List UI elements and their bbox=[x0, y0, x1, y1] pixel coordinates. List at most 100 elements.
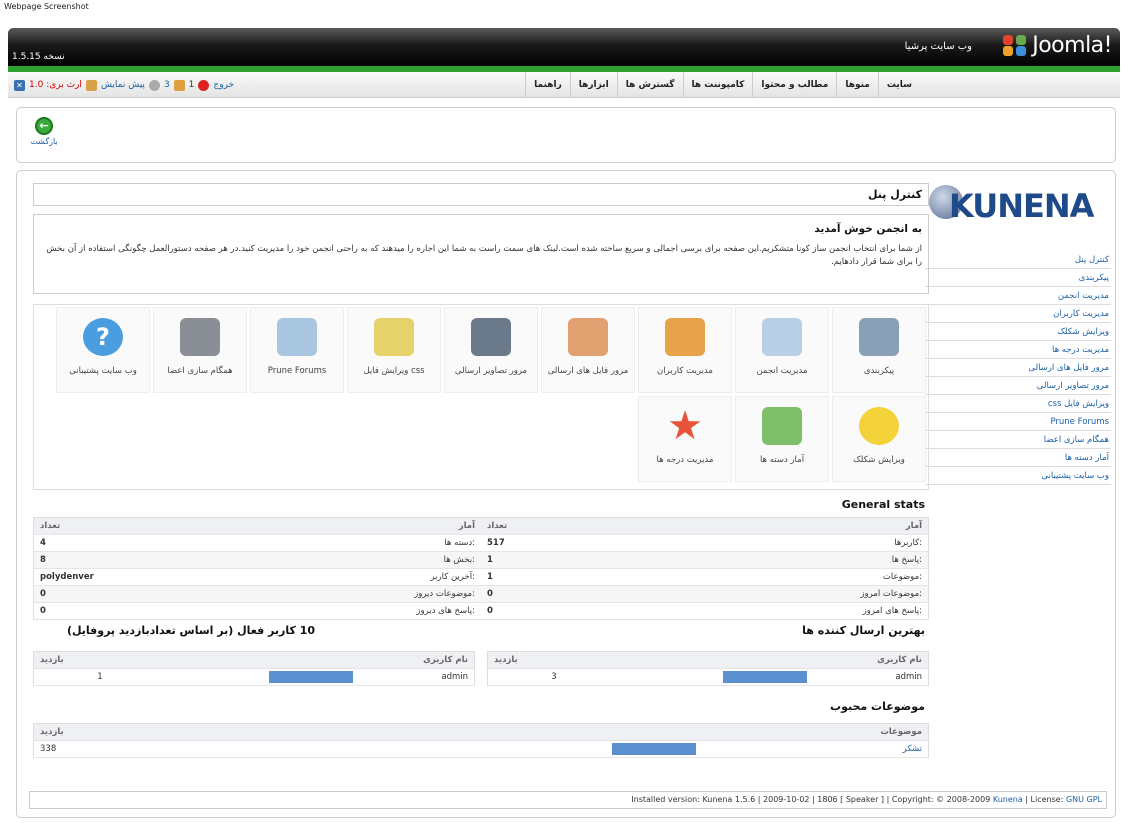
stats-label: آخرین کاربر: bbox=[230, 568, 481, 586]
version-label: 1.5.15 نسخه bbox=[12, 52, 65, 62]
menu-item[interactable]: گسترش ها bbox=[616, 72, 683, 98]
quick-icon-5[interactable]: مرور تصاویر ارسالی bbox=[444, 307, 538, 393]
topic-link[interactable]: تشکر bbox=[702, 740, 929, 758]
sidebar-item[interactable]: مرور تصاویر ارسالی bbox=[925, 377, 1111, 395]
messages-icon bbox=[148, 79, 160, 91]
sidebar-item[interactable]: وب سایت پشتیبانی bbox=[925, 467, 1111, 485]
sidebar-item-label[interactable]: آمار دسته ها bbox=[1065, 453, 1109, 463]
quick-icon-label: پیکربندی bbox=[863, 366, 895, 376]
sidebar-item-label[interactable]: وب سایت پشتیبانی bbox=[1041, 471, 1109, 481]
top-active-table: بازدید نام کاربری 1 admin bbox=[33, 651, 475, 686]
quick-icon-label: مدیریت کاربران bbox=[657, 366, 713, 376]
bar-cell bbox=[302, 740, 703, 758]
stats-value: 0 bbox=[33, 585, 231, 603]
quick-icon-1[interactable]: پیکربندی bbox=[832, 307, 926, 393]
footer-license-label: | License: bbox=[1025, 795, 1064, 804]
messages-count[interactable]: 3 bbox=[164, 80, 170, 90]
back-arrow-icon: ← bbox=[35, 117, 53, 135]
views-value: 338 bbox=[33, 740, 302, 758]
sidebar-item[interactable]: ویرایش فایل css bbox=[925, 395, 1111, 413]
quick-icon-4[interactable]: مرور فایل های ارسالی bbox=[541, 307, 635, 393]
sidebar-item-label[interactable]: مدیریت کاربران bbox=[1053, 309, 1109, 319]
sidebar-item[interactable]: آمار دسته ها bbox=[925, 449, 1111, 467]
stats-label: موضوعات: bbox=[677, 568, 929, 586]
quick-icon-7[interactable]: Prune Forums bbox=[250, 307, 344, 393]
quick-icon-9[interactable]: ? وب سایت پشتیبانی bbox=[56, 307, 150, 393]
sidebar-item[interactable]: پیکربندی bbox=[925, 269, 1111, 287]
bar-cell bbox=[165, 668, 360, 686]
users-icon bbox=[665, 318, 705, 356]
kunena-link[interactable]: Kunena bbox=[993, 795, 1023, 804]
quick-icon-6[interactable]: ویرایش فایل css bbox=[347, 307, 441, 393]
back-button[interactable]: ← بازگشت bbox=[27, 117, 61, 146]
logout-link[interactable]: خروج bbox=[213, 80, 234, 90]
quick-icon-3[interactable]: مدیریت کاربران bbox=[638, 307, 732, 393]
quick-icons-grid: پیکربندی مدیریت انجمن مدیریت کاربران مرور ف… bbox=[33, 304, 929, 490]
column-header: نام کاربری bbox=[359, 651, 475, 669]
sidebar-item[interactable]: ویرایش شکلک bbox=[925, 323, 1111, 341]
username: admin bbox=[813, 668, 929, 686]
quick-icon-12[interactable]: ★ مدیریت درجه ها bbox=[638, 396, 732, 482]
status-bar: ✕ ارث برى: 1.0 پیش نمایش 3 1 خروج bbox=[14, 72, 234, 98]
sidebar-item-label[interactable]: مرور فایل های ارسالی bbox=[1028, 363, 1109, 373]
sidebar-item-label[interactable]: پیکربندی bbox=[1079, 273, 1109, 283]
stats-value: 0 bbox=[33, 602, 231, 620]
preview-link[interactable]: پیش نمایش bbox=[101, 80, 145, 90]
menu-item[interactable]: مطالب و محتوا bbox=[752, 72, 836, 98]
sidebar-item-label[interactable]: مرور تصاویر ارسالی bbox=[1037, 381, 1109, 391]
sidebar-item[interactable]: کنترل پنل bbox=[925, 251, 1111, 269]
menu-item[interactable]: راهنما bbox=[525, 72, 570, 98]
column-header: بازدید bbox=[33, 723, 302, 741]
sidebar-item[interactable]: مدیریت درجه ها bbox=[925, 341, 1111, 359]
admin-header: 1.5.15 نسخه وب سایت پرشیا Joomla! bbox=[8, 28, 1120, 66]
help-icon: ? bbox=[83, 318, 123, 356]
stats-column-header: تعداد bbox=[480, 517, 678, 535]
stats-column-header: آمار bbox=[677, 517, 929, 535]
stats-label: پاسخ های امروز: bbox=[677, 602, 929, 620]
sidebar-item[interactable]: مدیریت انجمن bbox=[925, 287, 1111, 305]
quick-icon-10[interactable]: ویرایش شکلک bbox=[832, 396, 926, 482]
quick-icon-label: مرور فایل های ارسالی bbox=[547, 366, 629, 376]
sidebar-item[interactable]: مدیریت کاربران bbox=[925, 305, 1111, 323]
sidebar-item-label[interactable]: همگام سازی اعضا bbox=[1044, 435, 1109, 445]
sidebar-item-label[interactable]: ویرایش فایل css bbox=[1048, 399, 1109, 409]
quick-icon-label: ویرایش فایل css bbox=[363, 366, 425, 376]
camera-icon bbox=[471, 318, 511, 356]
quick-icon-11[interactable]: آمار دسته ها bbox=[735, 396, 829, 482]
menu-item[interactable]: ابزارها bbox=[569, 72, 617, 98]
preview-icon bbox=[85, 79, 97, 91]
general-stats-title: General stats bbox=[841, 498, 925, 511]
sidebar-item-label[interactable]: مدیریت انجمن bbox=[1058, 291, 1109, 301]
menu-item[interactable]: منوها bbox=[836, 72, 878, 98]
welcome-title: به انجمن خوش آمدید bbox=[814, 223, 922, 235]
top-lists: بهترین ارسال کننده ها بازدید نام کاربری 3 a… bbox=[33, 624, 929, 714]
sidebar-item[interactable]: مرور فایل های ارسالی bbox=[925, 359, 1111, 377]
views-value: 1 bbox=[33, 668, 166, 686]
footer-text: Installed version: Kunena 1.5.6 | 2009-1… bbox=[631, 795, 991, 804]
sidebar-item-label[interactable]: ویرایش شکلک bbox=[1057, 327, 1109, 337]
quick-icon-2[interactable]: مدیریت انجمن bbox=[735, 307, 829, 393]
sidebar-item[interactable]: همگام سازی اعضا bbox=[925, 431, 1111, 449]
stats-label: بخش ها: bbox=[230, 551, 481, 569]
quick-icon-8[interactable]: همگام سازی اعضا bbox=[153, 307, 247, 393]
gpl-link[interactable]: GNU GPL bbox=[1066, 795, 1102, 804]
sidebar-item-label[interactable]: کنترل پنل bbox=[1075, 255, 1109, 265]
table-row: 1 admin bbox=[33, 668, 475, 686]
bar-cell bbox=[619, 668, 814, 686]
quick-icon-label: مدیریت درجه ها bbox=[656, 455, 714, 465]
panel-title: کنترل پنل bbox=[33, 183, 929, 206]
menu-item[interactable]: سایت bbox=[877, 72, 920, 98]
sidebar-item-label[interactable]: مدیریت درجه ها bbox=[1052, 345, 1109, 355]
users-online-icon bbox=[173, 79, 185, 91]
welcome-box: به انجمن خوش آمدید از شما برای انتخاب ان… bbox=[33, 214, 929, 294]
sidebar-item-label[interactable]: Prune Forums bbox=[1050, 417, 1109, 427]
sidebar-item[interactable]: Prune Forums bbox=[925, 413, 1111, 431]
menu-item[interactable]: کامپوننت ها bbox=[682, 72, 753, 98]
table-row: 3 admin bbox=[487, 668, 929, 686]
toolbar: ← بازگشت bbox=[16, 107, 1116, 163]
table-row: 338 تشکر bbox=[33, 740, 929, 758]
column-header: بازدید bbox=[487, 651, 620, 669]
column-header bbox=[302, 723, 703, 741]
username: admin bbox=[359, 668, 475, 686]
stats-label: موضوعات دیروز: bbox=[230, 585, 481, 603]
